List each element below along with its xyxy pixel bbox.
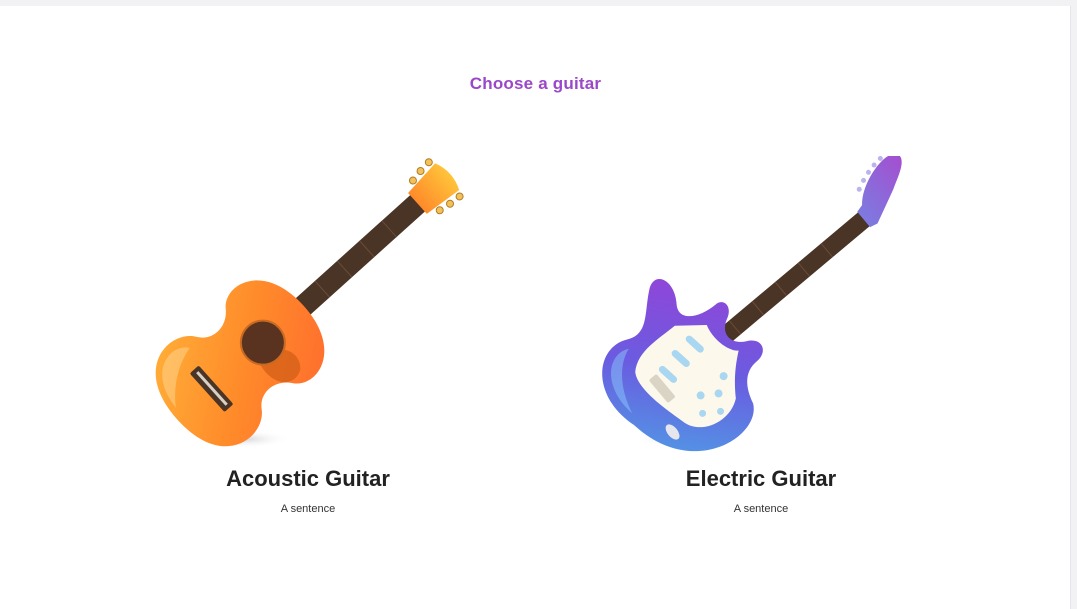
electric-guitar-description: A sentence <box>733 503 789 515</box>
electric-guitar-icon <box>602 156 902 452</box>
acoustic-guitar-option[interactable]: Acoustic Guitar A sentence <box>148 156 468 536</box>
electric-guitar-option[interactable]: Electric Guitar A sentence <box>601 156 921 536</box>
acoustic-guitar-label: Acoustic Guitar <box>226 466 390 491</box>
acoustic-guitar-description: A sentence <box>280 503 336 515</box>
guitar-chooser-card: Choose a guitar Acoustic Guitar A senten… <box>0 6 1071 609</box>
page-title: Choose a guitar <box>469 74 602 93</box>
acoustic-guitar-icon <box>155 158 464 448</box>
electric-guitar-label: Electric Guitar <box>685 466 837 491</box>
